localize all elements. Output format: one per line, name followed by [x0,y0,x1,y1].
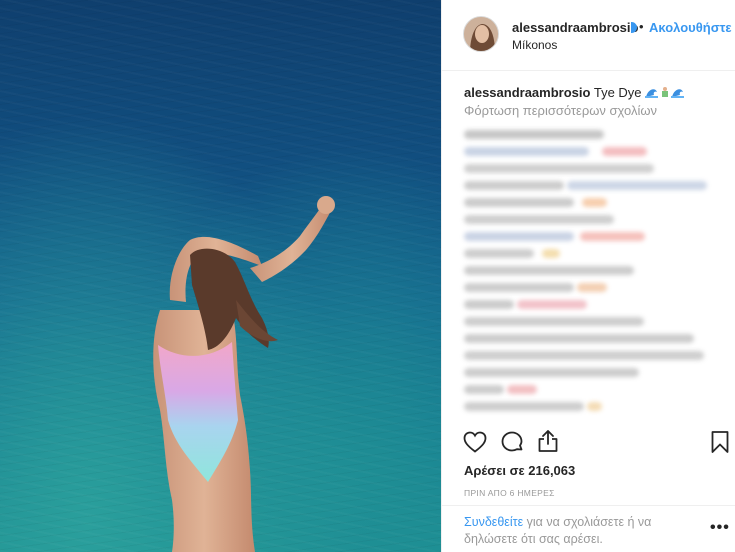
list-item [577,283,607,292]
post-photo[interactable] [0,0,441,552]
post-header: alessandraambrosio • Ακολουθήστε Míkonos [442,0,735,71]
caption-text: Tye Dye [593,85,642,100]
login-link[interactable]: Συνδεθείτε [464,515,523,529]
list-item [464,351,704,360]
share-icon[interactable] [537,429,559,453]
follow-button[interactable]: Ακολουθήστε [649,20,732,35]
separator-dot: • [639,19,644,34]
load-more-comments[interactable]: Φόρτωση περισσότερων σχολίων [464,103,657,118]
post-details-panel: alessandraambrosio • Ακολουθήστε Míkonos… [441,0,735,552]
wave-emoji-icons [645,87,685,98]
list-item [464,130,604,139]
list-item [542,249,560,258]
list-item [602,147,647,156]
action-bar [442,427,735,459]
blurred-comments-list [462,125,722,420]
list-item [464,368,639,377]
likes-count[interactable]: Αρέσει σε 216,063 [464,463,575,478]
list-item [507,385,537,394]
list-item [464,198,574,207]
list-item [464,317,644,326]
post-timestamp[interactable]: ΠΡΙΝ ΑΠΟ 6 ΗΜΕΡΕΣ [464,488,555,498]
list-item [464,385,504,394]
list-item [464,164,654,173]
avatar[interactable] [463,16,499,52]
list-item [464,300,514,309]
list-item [464,402,584,411]
heart-icon[interactable] [463,431,487,453]
list-item [582,198,607,207]
list-item [464,147,589,156]
list-item [567,181,707,190]
list-item [517,300,587,309]
caption-username[interactable]: alessandraambrosio [464,85,590,100]
list-item [464,283,574,292]
list-item [464,266,634,275]
list-item [587,402,602,411]
list-item [464,334,694,343]
list-item [580,232,645,241]
list-item [464,181,564,190]
header-username[interactable]: alessandraambrosio [512,20,638,35]
bookmark-icon[interactable] [710,430,730,454]
more-options-button[interactable]: ••• [710,519,730,537]
list-item [464,232,574,241]
caption: alessandraambrosio Tye Dye [464,85,685,101]
login-prompt: Συνδεθείτε για να σχολιάσετε ή να δηλώσε… [464,514,694,548]
comment-icon[interactable] [500,430,524,454]
list-item [464,215,614,224]
location-link[interactable]: Míkonos [512,38,557,52]
woman-figure [153,196,335,552]
divider [442,505,735,506]
list-item [464,249,534,258]
